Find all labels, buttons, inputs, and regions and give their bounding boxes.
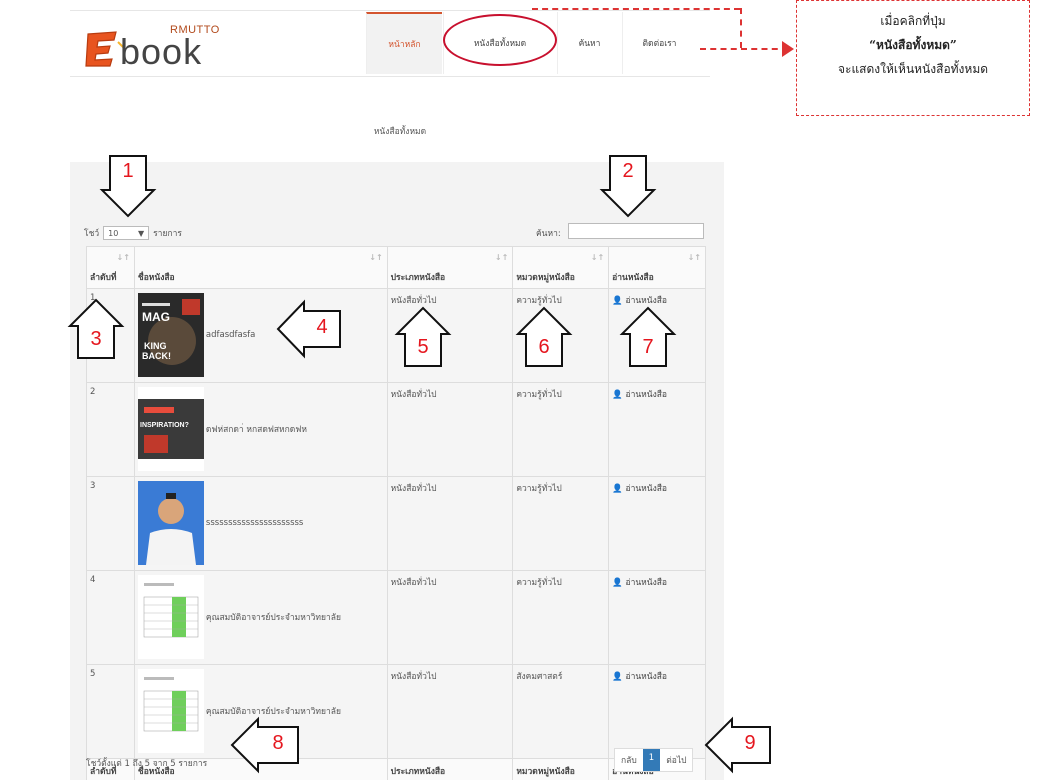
- marker-6: 6: [538, 336, 550, 358]
- marker-3: 3: [90, 328, 102, 350]
- marker-7: 7: [642, 336, 654, 358]
- marker-2: 2: [622, 160, 634, 182]
- marker-5: 5: [417, 336, 429, 358]
- annotation-overlay: [67, 155, 771, 774]
- marker-8: 8: [272, 732, 284, 754]
- marker-4: 4: [316, 316, 328, 338]
- marker-9: 9: [744, 732, 756, 754]
- marker-1: 1: [122, 160, 134, 182]
